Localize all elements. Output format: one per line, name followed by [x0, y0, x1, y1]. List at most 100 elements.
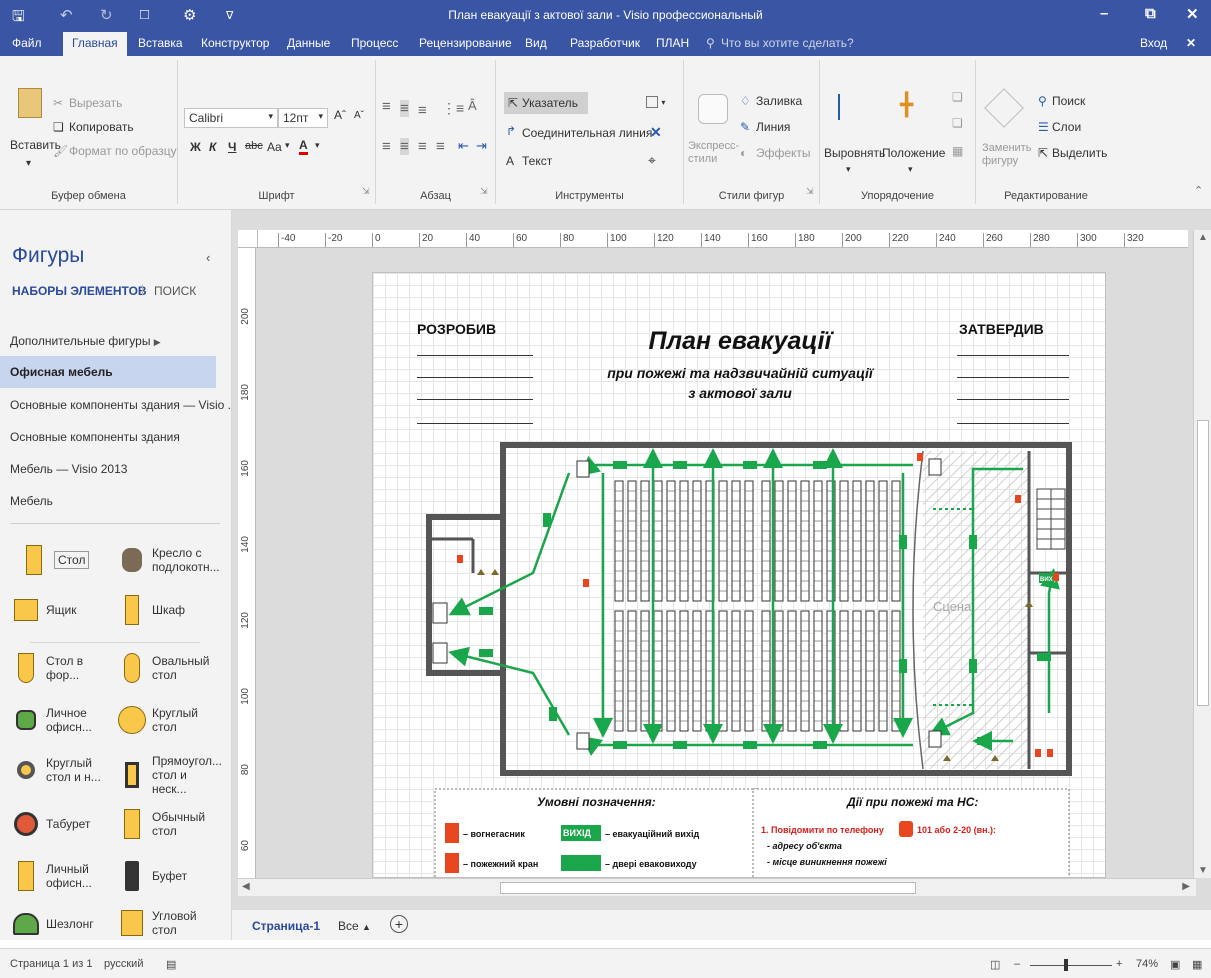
- font-family-select[interactable]: Calibri ▾: [184, 108, 278, 128]
- set-furniture-visio2013[interactable]: Мебель — Visio 2013: [10, 462, 127, 476]
- text-direction-icon[interactable]: Â: [468, 98, 477, 113]
- switch-windows-icon[interactable]: ▦: [1192, 958, 1202, 971]
- tab-review[interactable]: Рецензирование: [419, 36, 512, 50]
- line-button[interactable]: Линия: [756, 120, 790, 134]
- font-color-dropdown-icon[interactable]: ▾: [315, 140, 320, 151]
- vertical-scrollbar[interactable]: ▲ ▼: [1193, 230, 1211, 878]
- tab-plan[interactable]: ПЛАН: [656, 36, 689, 50]
- set-office-furniture[interactable]: Офисная мебель: [0, 356, 216, 388]
- sign-in-link[interactable]: Вход: [1140, 36, 1167, 50]
- connector-icon[interactable]: ↱: [506, 124, 516, 138]
- text-tool-button[interactable]: Текст: [522, 154, 552, 168]
- change-case-button[interactable]: Aa: [267, 140, 282, 154]
- find-button[interactable]: Поиск: [1052, 94, 1085, 108]
- strikethrough-button[interactable]: abc: [245, 140, 263, 152]
- macro-icon[interactable]: ▤: [166, 958, 176, 971]
- shape-cabinet[interactable]: Шкаф: [118, 594, 222, 626]
- shape-round-table-chairs[interactable]: Круглый стол и н...: [12, 754, 116, 786]
- connection-point-icon[interactable]: ✕: [650, 124, 662, 141]
- align-icon[interactable]: [838, 94, 862, 120]
- select-button[interactable]: Выделить: [1052, 146, 1107, 160]
- zoom-slider-thumb[interactable]: [1064, 959, 1068, 971]
- bring-forward-icon[interactable]: ❏: [952, 90, 963, 104]
- page-tab-1[interactable]: Страница-1: [252, 919, 320, 933]
- language-indicator[interactable]: русский: [104, 958, 143, 970]
- shape-box[interactable]: Ящик: [12, 594, 116, 626]
- shape-stool[interactable]: Табурет: [12, 808, 116, 840]
- tab-view[interactable]: Вид: [525, 36, 547, 50]
- change-shape-button[interactable]: Заменить фигуру: [982, 142, 1032, 168]
- drawing-page[interactable]: РОЗРОБИВ ЗАТВЕРДИВ План евакуації при по…: [372, 272, 1106, 878]
- line-icon[interactable]: ✎: [740, 120, 750, 134]
- scroll-down-icon[interactable]: ▼: [1198, 865, 1208, 876]
- shape-lounge[interactable]: Шезлонг: [12, 908, 116, 940]
- shape-personal-office[interactable]: Личный офисн...: [12, 860, 116, 892]
- tab-search[interactable]: ПОИСК: [154, 284, 196, 298]
- align-right-icon[interactable]: ≡: [418, 138, 427, 155]
- shape-corner-table[interactable]: Угловой стол: [118, 908, 222, 938]
- minimize-icon[interactable]: –: [1100, 5, 1108, 22]
- change-shape-icon[interactable]: [984, 88, 1024, 128]
- shape-rect-table-chairs[interactable]: Прямоугол... стол и неск...: [118, 754, 222, 796]
- align-bottom-icon[interactable]: ≡: [418, 102, 427, 119]
- rectangle-shape-icon[interactable]: ▾: [646, 94, 665, 108]
- position-icon[interactable]: ╋: [900, 92, 913, 118]
- scroll-up-icon[interactable]: ▲: [1198, 232, 1208, 243]
- align-top-icon[interactable]: ≡: [382, 98, 391, 115]
- scroll-left-icon[interactable]: ◀: [242, 881, 250, 892]
- align-left-icon[interactable]: ≡: [382, 138, 391, 155]
- tab-data[interactable]: Данные: [287, 36, 330, 50]
- fill-icon[interactable]: ♢: [740, 94, 751, 108]
- horizontal-scroll-thumb[interactable]: [500, 882, 916, 894]
- effects-icon[interactable]: ◐: [740, 146, 747, 160]
- tab-stencils[interactable]: НАБОРЫ ЭЛЕМЕНТОВ: [12, 284, 147, 298]
- increase-indent-icon[interactable]: ⇥: [476, 138, 487, 154]
- set-building-core[interactable]: Основные компоненты здания: [10, 430, 180, 444]
- align-dropdown-icon[interactable]: ▾: [846, 164, 851, 175]
- shape-round-table[interactable]: Круглый стол: [118, 704, 222, 736]
- vertical-scroll-thumb[interactable]: [1197, 420, 1209, 706]
- layers-button[interactable]: Слои: [1052, 120, 1081, 134]
- set-building-core-visio[interactable]: Основные компоненты здания — Visio ...: [10, 398, 238, 412]
- cut-icon[interactable]: ✂: [53, 96, 63, 110]
- copy-icon[interactable]: ❏: [53, 120, 64, 134]
- tell-me-box[interactable]: Что вы хотите сделать?: [721, 36, 854, 50]
- set-more-shapes[interactable]: Дополнительные фигуры ▶: [10, 334, 161, 348]
- zoom-in-icon[interactable]: +: [1116, 958, 1122, 970]
- close-icon[interactable]: ✕: [1186, 5, 1199, 23]
- format-painter-icon[interactable]: 🖌: [53, 144, 68, 158]
- bullets-icon[interactable]: ⋮≡: [442, 100, 464, 117]
- shape-shaped-desk[interactable]: Стол в фор...: [12, 652, 116, 684]
- crop-tool-icon[interactable]: ⌖: [648, 152, 656, 169]
- zoom-out-icon[interactable]: –: [1014, 958, 1020, 970]
- group-icon[interactable]: ▦: [952, 144, 963, 158]
- shape-office-chair[interactable]: Личное офисн...: [12, 704, 116, 736]
- shrink-font-icon[interactable]: Aˇ: [354, 110, 364, 121]
- tab-design[interactable]: Конструктор: [201, 36, 269, 50]
- shape-buffet[interactable]: Буфет: [118, 860, 222, 892]
- pointer-icon[interactable]: ⇱: [508, 96, 518, 110]
- shape-desk[interactable]: Стол: [20, 544, 90, 576]
- shape-plain-table[interactable]: Обычный стол: [118, 808, 222, 840]
- horizontal-scrollbar[interactable]: ◀ ▶: [238, 878, 1196, 896]
- cut-button[interactable]: Вырезать: [69, 96, 122, 110]
- paste-icon[interactable]: [18, 88, 42, 118]
- tab-developer[interactable]: Разработчик: [570, 36, 640, 50]
- tab-process[interactable]: Процесс: [351, 36, 398, 50]
- font-size-select[interactable]: 12пт ▾: [278, 108, 328, 128]
- align-middle-icon[interactable]: ≡: [400, 100, 409, 117]
- ribbon-close-icon[interactable]: ✕: [1186, 36, 1196, 50]
- zoom-slider-track[interactable]: [1030, 965, 1112, 966]
- pointer-tool-button[interactable]: Указатель: [522, 96, 578, 110]
- align-button[interactable]: Выровнять: [824, 146, 885, 160]
- add-page-icon[interactable]: +: [390, 915, 408, 933]
- bold-button[interactable]: Ж: [190, 140, 201, 154]
- underline-button[interactable]: Ч: [228, 140, 236, 154]
- find-icon[interactable]: ⚲: [1038, 94, 1047, 108]
- zoom-level[interactable]: 74%: [1136, 958, 1158, 970]
- effects-button[interactable]: Эффекты: [756, 146, 811, 160]
- scroll-right-icon[interactable]: ▶: [1182, 881, 1190, 892]
- position-button[interactable]: Положение: [882, 146, 945, 160]
- collapse-panel-icon[interactable]: ‹: [206, 250, 210, 265]
- collapse-ribbon-icon[interactable]: ⌃: [1194, 184, 1203, 197]
